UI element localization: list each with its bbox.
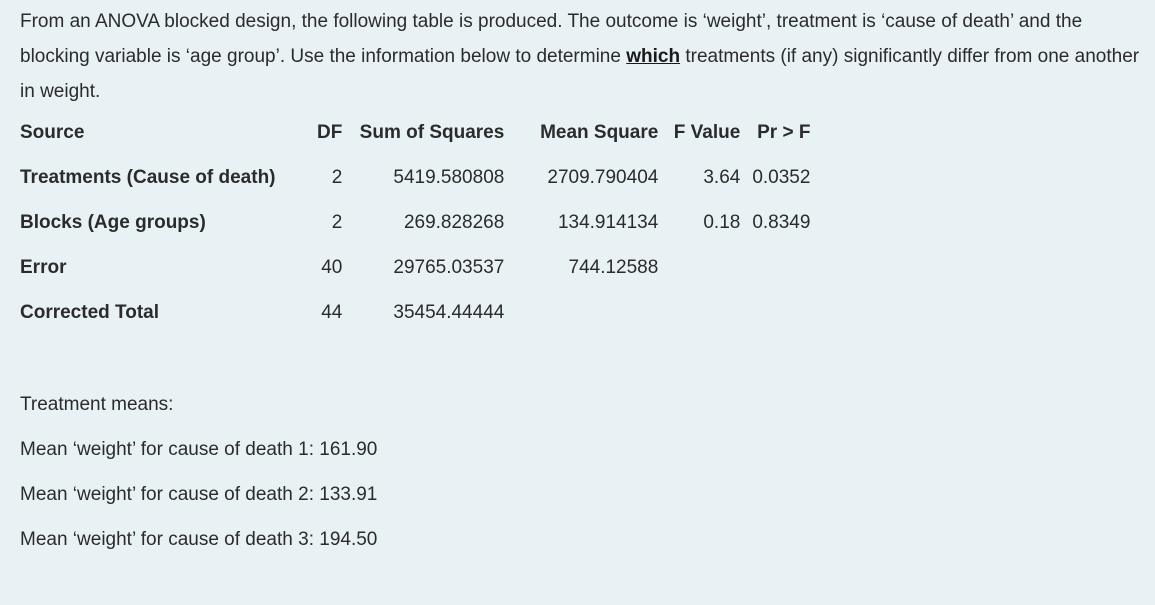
anova-header-row: Source DF Sum of Squares Mean Square F V… <box>14 110 816 155</box>
treatment-mean-item: Mean ‘weight’ for cause of death 3: 194.… <box>20 529 378 550</box>
treatment-means: Treatment means: Mean ‘weight’ for cause… <box>20 382 377 562</box>
question-emphasis-which: which <box>626 46 681 67</box>
treatment-mean-item: Mean ‘weight’ for cause of death 1: 161.… <box>20 439 378 460</box>
question-text: From an ANOVA blocked design, the follow… <box>20 4 1145 109</box>
row-f-value: 0.18 <box>703 211 741 233</box>
row-df: 40 <box>321 256 343 278</box>
table-row: Treatments (Cause of death) 2 5419.58080… <box>14 155 816 200</box>
row-df: 2 <box>331 211 343 233</box>
table-row: Error 40 29765.03537 744.12588 <box>14 245 816 290</box>
row-mean-square: 134.914134 <box>557 211 659 233</box>
row-df: 2 <box>331 166 343 188</box>
anova-table: Source DF Sum of Squares Mean Square F V… <box>14 110 816 335</box>
header-source: Source <box>20 121 85 143</box>
row-f-value <box>664 245 746 290</box>
row-sum-of-squares: 5419.580808 <box>393 166 505 188</box>
row-f-value <box>664 290 746 335</box>
row-p-value <box>746 245 816 290</box>
row-p-value <box>746 290 816 335</box>
row-source: Blocks (Age groups) <box>20 211 206 233</box>
header-mean-square: Mean Square <box>540 121 659 143</box>
header-df: DF <box>317 121 343 143</box>
table-row: Corrected Total 44 35454.44444 <box>14 290 816 335</box>
row-p-value: 0.8349 <box>752 211 811 233</box>
question-page: From an ANOVA blocked design, the follow… <box>0 0 1155 605</box>
header-f-value: F Value <box>673 121 741 143</box>
row-source: Corrected Total <box>20 301 160 323</box>
table-row: Blocks (Age groups) 2 269.828268 134.914… <box>14 200 816 245</box>
row-sum-of-squares: 29765.03537 <box>393 256 505 278</box>
row-source: Error <box>20 256 67 278</box>
row-f-value: 3.64 <box>703 166 741 188</box>
header-sum-of-squares: Sum of Squares <box>359 121 505 143</box>
treatment-mean-item: Mean ‘weight’ for cause of death 2: 133.… <box>20 484 378 505</box>
row-mean-square: 744.12588 <box>568 256 659 278</box>
row-p-value: 0.0352 <box>752 166 811 188</box>
row-source: Treatments (Cause of death) <box>20 166 276 188</box>
row-sum-of-squares: 35454.44444 <box>393 301 505 323</box>
row-mean-square <box>510 290 664 335</box>
row-sum-of-squares: 269.828268 <box>403 211 505 233</box>
treatment-means-heading: Treatment means: <box>20 394 174 415</box>
row-mean-square: 2709.790404 <box>547 166 659 188</box>
header-p-value: Pr > F <box>757 121 811 143</box>
row-df: 44 <box>321 301 343 323</box>
